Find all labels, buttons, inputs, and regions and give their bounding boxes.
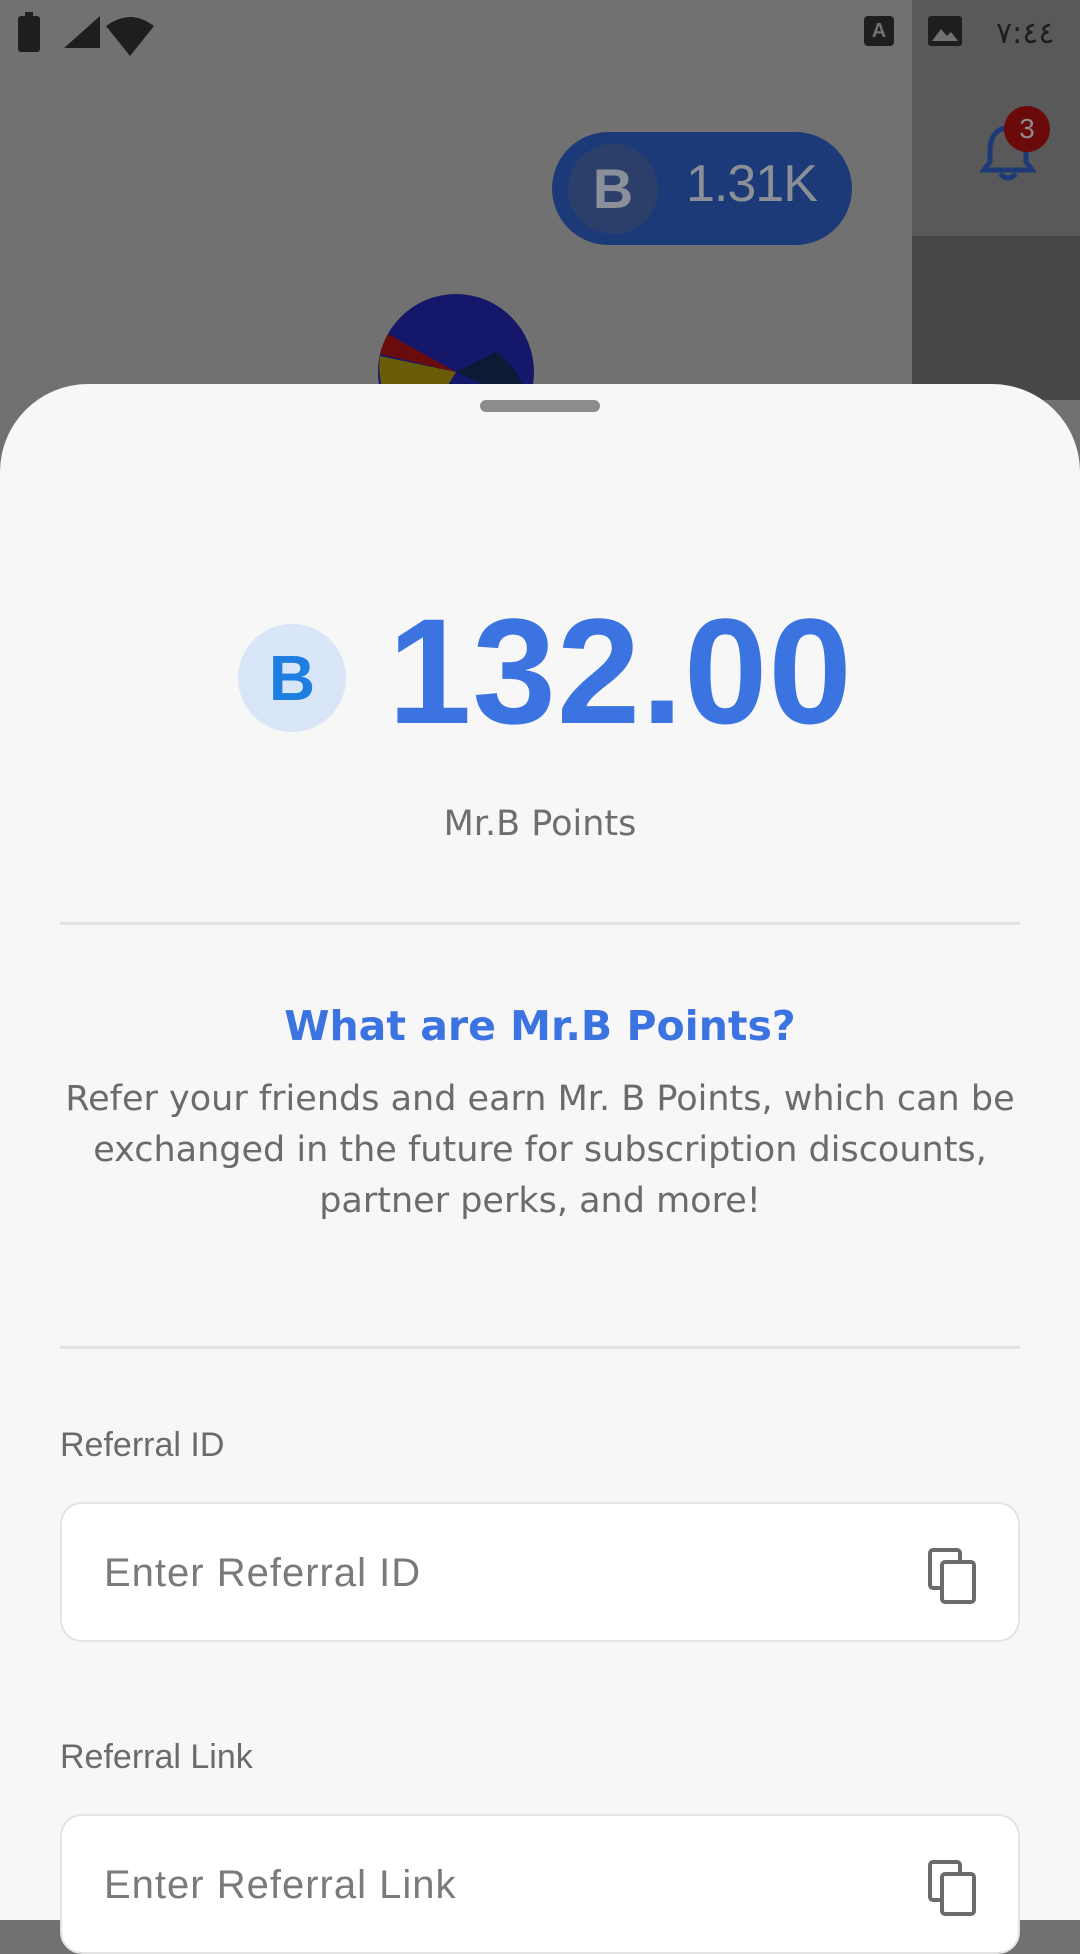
referral-link-field <box>60 1814 1020 1954</box>
referral-link-input[interactable] <box>102 1846 926 1924</box>
battery-charging-icon <box>18 12 40 52</box>
mrb-coin-letter: B <box>268 642 316 714</box>
mrb-logo-icon: B <box>568 144 658 234</box>
divider <box>60 1346 1020 1349</box>
background-content-strip <box>912 236 1080 400</box>
faq-body: Refer your friends and earn Mr. B Points… <box>65 1079 1015 1221</box>
status-bar: A ٧:٤٤ <box>0 0 1080 72</box>
referral-id-label: Referral ID <box>60 1426 225 1464</box>
points-bottom-sheet: B 132.00 Mr.B Points What are Mr.B Point… <box>0 384 1080 1954</box>
referral-link-label: Referral Link <box>60 1738 253 1776</box>
points-pill-value: 1.31K <box>686 155 818 213</box>
image-icon <box>928 16 962 46</box>
points-pill[interactable]: B 1.31K <box>552 132 852 245</box>
divider <box>60 922 1020 925</box>
balance-caption: Mr.B Points <box>443 804 637 844</box>
balance-row: B 132.00 <box>0 587 1080 755</box>
mrb-coin-icon: B <box>238 624 346 732</box>
copy-icon[interactable] <box>926 1860 978 1916</box>
points-balance: 132.00 <box>388 587 853 755</box>
referral-id-field <box>60 1502 1020 1642</box>
keyboard-a-icon: A <box>864 16 894 46</box>
notification-badge: 3 <box>1004 106 1050 152</box>
wifi-icon <box>106 17 154 56</box>
sheet-drag-handle[interactable] <box>480 400 600 412</box>
status-time: ٧:٤٤ <box>996 16 1055 51</box>
signal-icon <box>64 16 100 48</box>
copy-icon[interactable] <box>926 1548 978 1604</box>
referral-id-input[interactable] <box>102 1534 926 1612</box>
faq-title: What are Mr.B Points? <box>284 1002 796 1050</box>
